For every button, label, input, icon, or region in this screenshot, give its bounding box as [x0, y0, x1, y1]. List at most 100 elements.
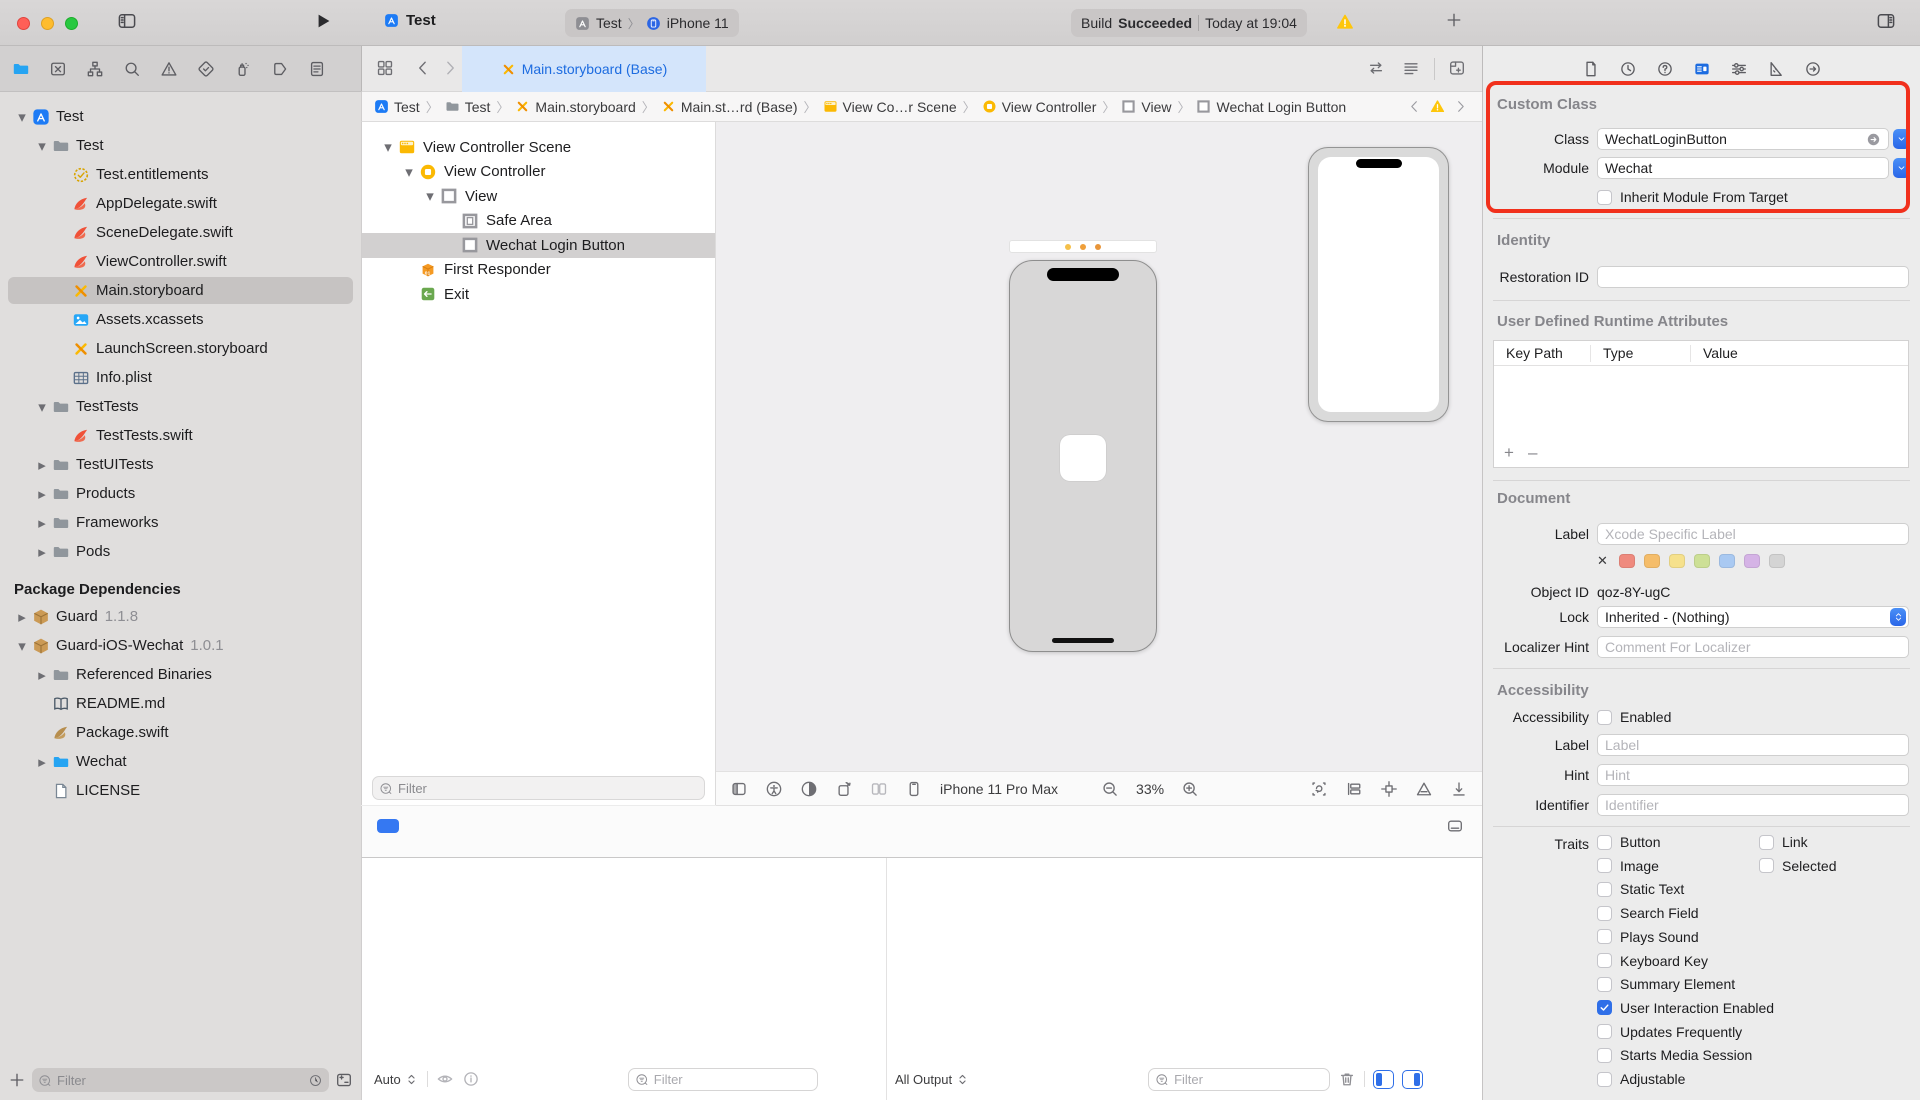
trait-checkbox-link[interactable]: [1759, 835, 1774, 850]
file-row-launchscreen-storyboard[interactable]: LaunchScreen.storyboard: [0, 334, 361, 363]
trait-checkbox-updates-frequently[interactable]: [1597, 1024, 1612, 1039]
restoration-id-field[interactable]: [1597, 266, 1909, 288]
project-navigator-tab-icon[interactable]: [12, 60, 30, 78]
variables-filter-field[interactable]: [628, 1068, 818, 1091]
file-row-testuitests[interactable]: ▸TestUITests: [0, 450, 361, 479]
outline-filter-input[interactable]: [398, 781, 698, 796]
minimize-window-button[interactable]: [41, 17, 54, 30]
accessibility-enabled-checkbox[interactable]: [1597, 710, 1612, 725]
new-tab-button[interactable]: [1445, 11, 1463, 29]
toggle-right-sidebar-icon[interactable]: [1876, 11, 1896, 31]
outline-row-view-controller-scene[interactable]: ▾View Controller Scene: [362, 135, 715, 160]
trait-checkbox-starts-media-session[interactable]: [1597, 1048, 1612, 1063]
split-view-icon[interactable]: [870, 780, 888, 798]
file-row-readme-md[interactable]: README.md: [0, 689, 361, 718]
toggle-left-sidebar-icon[interactable]: [117, 11, 137, 31]
navigator-filter-input[interactable]: [57, 1073, 304, 1088]
accessibility-preview-icon[interactable]: [765, 780, 783, 798]
disclosure-right-icon[interactable]: ▸: [36, 456, 48, 474]
connections-inspector-tab-icon[interactable]: [1804, 60, 1822, 78]
scene-dock-dot-0[interactable]: [1065, 244, 1071, 250]
zoom-in-icon[interactable]: [1181, 780, 1199, 798]
add-file-icon[interactable]: [8, 1071, 26, 1089]
breakpoint-navigator-tab-icon[interactable]: [271, 60, 289, 78]
file-row-info-plist[interactable]: Info.plist: [0, 363, 361, 392]
report-navigator-tab-icon[interactable]: [308, 60, 326, 78]
variables-filter-input[interactable]: [654, 1072, 811, 1087]
inherit-module-checkbox[interactable]: [1597, 190, 1612, 205]
jumpbar-item[interactable]: Main.st…rd (Base): [661, 99, 798, 115]
disclosure-right-icon[interactable]: ▸: [36, 514, 48, 532]
trait-checkbox-plays-sound[interactable]: [1597, 929, 1612, 944]
adjust-editor-icon[interactable]: [1402, 59, 1420, 77]
back-icon[interactable]: [414, 59, 432, 77]
file-row-assets-xcassets[interactable]: Assets.xcassets: [0, 305, 361, 334]
file-row-appdelegate-swift[interactable]: AppDelegate.swift: [0, 189, 361, 218]
add-attribute-button[interactable]: +: [1504, 443, 1514, 463]
scm-status-filter-icon[interactable]: [335, 1071, 353, 1089]
issue-navigator-tab-icon[interactable]: [160, 60, 178, 78]
document-color-swatch-2[interactable]: [1669, 554, 1685, 568]
document-color-swatch-5[interactable]: [1744, 554, 1760, 568]
document-color-swatch-4[interactable]: [1719, 554, 1735, 568]
file-row-license[interactable]: LICENSE: [0, 776, 361, 805]
symbol-navigator-tab-icon[interactable]: [86, 60, 104, 78]
activity-view[interactable]: Build Succeeded Today at 19:04: [1071, 9, 1307, 37]
disclosure-down-icon[interactable]: ▾: [424, 187, 436, 205]
outline-toggle-icon[interactable]: [730, 780, 748, 798]
file-row-frameworks[interactable]: ▸Frameworks: [0, 508, 361, 537]
variables-scope-button[interactable]: Auto: [374, 1072, 419, 1087]
info-icon[interactable]: [462, 1070, 480, 1088]
trait-checkbox-button[interactable]: [1597, 835, 1612, 850]
navigator-filter-field[interactable]: [32, 1068, 329, 1092]
breakpoint-toggle[interactable]: [377, 819, 399, 833]
disclosure-right-icon[interactable]: ▸: [16, 608, 28, 626]
scene-dock-dot-1[interactable]: [1080, 244, 1086, 250]
test-navigator-tab-icon[interactable]: [197, 60, 215, 78]
trait-checkbox-static-text[interactable]: [1597, 882, 1612, 897]
debug-navigator-tab-icon[interactable]: [234, 60, 252, 78]
disclosure-down-icon[interactable]: ▾: [382, 138, 394, 156]
disclosure-down-icon[interactable]: ▾: [403, 163, 415, 181]
zoom-window-button[interactable]: [65, 17, 78, 30]
wechat-login-button-view[interactable]: [1060, 435, 1106, 481]
disclosure-right-icon[interactable]: ▸: [36, 543, 48, 561]
jumpbar-item[interactable]: Wechat Login Button: [1196, 99, 1346, 115]
history-inspector-tab-icon[interactable]: [1619, 60, 1637, 78]
code-review-icon[interactable]: [1367, 59, 1385, 77]
accessibility-identifier-field[interactable]: Identifier: [1597, 794, 1909, 816]
debug-pane-divider[interactable]: [886, 858, 887, 1100]
document-color-swatch-0[interactable]: [1619, 554, 1635, 568]
file-row-test[interactable]: ▾Test: [0, 131, 361, 160]
class-field[interactable]: WechatLoginButton: [1597, 128, 1889, 150]
jumpbar-item[interactable]: View: [1121, 99, 1171, 115]
issue-previous-icon[interactable]: [1407, 99, 1422, 114]
jumpbar-item[interactable]: Main.storyboard: [515, 99, 635, 115]
file-row-products[interactable]: ▸Products: [0, 479, 361, 508]
file-row-viewcontroller-swift[interactable]: ViewController.swift: [0, 247, 361, 276]
trait-checkbox-adjustable[interactable]: [1597, 1072, 1612, 1087]
file-row-guard[interactable]: ▸Guard1.1.8: [0, 602, 361, 631]
file-row-main-storyboard[interactable]: Main.storyboard: [0, 276, 361, 305]
outline-row-view[interactable]: ▾View: [362, 184, 715, 209]
recent-files-clock-icon[interactable]: [308, 1073, 323, 1088]
console-filter-input[interactable]: [1174, 1072, 1323, 1087]
remove-attribute-button[interactable]: –: [1528, 443, 1537, 463]
device-bezels-toggle-icon[interactable]: [1446, 817, 1464, 835]
module-dropdown-stepper[interactable]: [1893, 158, 1910, 178]
zoom-level[interactable]: 33%: [1136, 781, 1164, 797]
accessibility-hint-field[interactable]: Hint: [1597, 764, 1909, 786]
issue-next-icon[interactable]: [1453, 99, 1468, 114]
file-row-testtests[interactable]: ▾TestTests: [0, 392, 361, 421]
jumpbar-item[interactable]: View Controller: [982, 99, 1097, 115]
disclosure-down-icon[interactable]: ▾: [16, 108, 28, 126]
trait-checkbox-user-interaction-enabled[interactable]: [1597, 1000, 1612, 1015]
show-variables-toggle[interactable]: [1373, 1070, 1394, 1089]
lock-popup-stepper[interactable]: [1890, 608, 1906, 626]
trait-checkbox-selected[interactable]: [1759, 858, 1774, 873]
file-inspector-tab-icon[interactable]: [1582, 60, 1600, 78]
runtime-attributes-table[interactable]: Key Path Type Value + –: [1493, 340, 1909, 468]
disclosure-right-icon[interactable]: ▸: [36, 753, 48, 771]
file-row-test[interactable]: ▾Test: [0, 102, 361, 131]
document-color-swatch-3[interactable]: [1694, 554, 1710, 568]
